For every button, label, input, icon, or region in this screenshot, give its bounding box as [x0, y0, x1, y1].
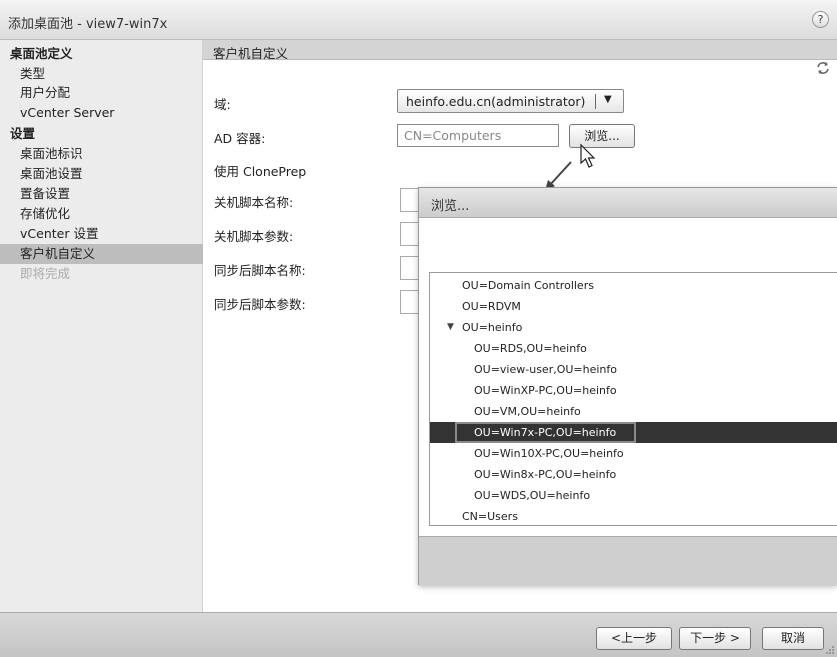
sidebar-item-vcenter-settings[interactable]: vCenter 设置 [0, 224, 203, 244]
domain-label: 域: [214, 97, 231, 112]
wizard-footer: <上一步 下一步 > 取消 [0, 612, 837, 657]
select-divider [595, 94, 596, 109]
tree-item[interactable]: OU=view-user,OU=heinfo [430, 359, 837, 380]
mouse-cursor-icon [580, 143, 596, 168]
back-button[interactable]: <上一步 [596, 627, 672, 650]
sidebar-item-ready-to-complete: 即将完成 [20, 266, 71, 281]
sidebar-item-user-assignment[interactable]: 用户分配 [0, 83, 203, 103]
dialog-title-bar: 浏览... [419, 188, 837, 218]
sidebar-item-provisioning[interactable]: 置备设置 [0, 184, 203, 204]
chevron-down-icon: ▼ [604, 94, 612, 105]
sidebar-item-pool-definition: 桌面池定义 [10, 46, 73, 61]
sidebar-item-pool-id[interactable]: 桌面池标识 [0, 144, 203, 164]
tree-item[interactable]: OU=RDS,OU=heinfo [430, 338, 837, 359]
refresh-icon[interactable] [815, 60, 831, 76]
tree-item[interactable]: OU=RDVM [430, 296, 837, 317]
shutdown-script-params-label: 关机脚本参数: [214, 229, 294, 244]
browse-dialog: 浏览... OU=Domain Controllers OU=RDVM ▼ OU… [418, 187, 837, 586]
expand-triangle-icon[interactable]: ▼ [447, 317, 454, 338]
sidebar-item-vcenter-server[interactable]: vCenter Server [0, 103, 203, 123]
domain-select[interactable]: heinfo.edu.cn(administrator) ▼ [397, 89, 624, 113]
shutdown-script-name-label: 关机脚本名称: [214, 195, 294, 210]
tree-item[interactable]: OU=Win8x-PC,OU=heinfo [430, 464, 837, 485]
ad-container-input[interactable] [398, 125, 558, 146]
cloneprep-label: 使用 ClonePrep [214, 164, 307, 179]
next-button[interactable]: 下一步 > [679, 627, 751, 650]
dialog-title: 浏览... [431, 199, 470, 214]
tree-item[interactable]: OU=WDS,OU=heinfo [430, 485, 837, 506]
ad-container-field[interactable] [397, 124, 559, 147]
tree-item[interactable]: ▼ OU=heinfo [430, 317, 837, 338]
sidebar-item-guest-customization[interactable]: 客户机自定义 [0, 244, 203, 264]
tree-item[interactable]: OU=VM,OU=heinfo [430, 401, 837, 422]
tree-item-selected[interactable]: OU=Win7x-PC,OU=heinfo [430, 422, 837, 443]
sidebar-item-storage[interactable]: 存储优化 [0, 204, 203, 224]
sidebar-item-type[interactable]: 类型 [0, 64, 203, 84]
help-button[interactable]: ? [812, 11, 829, 28]
tree-item[interactable]: OU=Domain Controllers [430, 275, 837, 296]
ou-tree[interactable]: OU=Domain Controllers OU=RDVM ▼ OU=heinf… [429, 272, 837, 526]
ad-container-label: AD 容器: [214, 131, 266, 146]
domain-value: heinfo.edu.cn(administrator) [406, 94, 586, 109]
resize-grip-icon[interactable] [825, 645, 835, 655]
post-sync-script-name-label: 同步后脚本名称: [214, 263, 306, 278]
post-sync-script-params-label: 同步后脚本参数: [214, 297, 306, 312]
cancel-button[interactable]: 取消 [762, 627, 824, 650]
tree-item[interactable]: CN=Users [430, 506, 837, 527]
dialog-footer [419, 536, 837, 586]
wizard-sidebar: 桌面池定义 类型 用户分配 vCenter Server 设置 桌面池标识 桌面… [0, 40, 203, 612]
tree-item[interactable]: OU=Win10X-PC,OU=heinfo [430, 443, 837, 464]
title-bar: 添加桌面池 - view7-win7x ? [0, 0, 837, 40]
sidebar-item-settings: 设置 [10, 126, 36, 141]
main-panel: 客户机自定义 域: heinfo.edu.cn(administrator) ▼… [203, 40, 837, 612]
section-header: 客户机自定义 [203, 40, 837, 61]
tree-item[interactable]: OU=WinXP-PC,OU=heinfo [430, 380, 837, 401]
window-title: 添加桌面池 - view7-win7x [8, 17, 168, 32]
sidebar-item-pool-settings[interactable]: 桌面池设置 [0, 164, 203, 184]
section-title: 客户机自定义 [213, 46, 289, 61]
